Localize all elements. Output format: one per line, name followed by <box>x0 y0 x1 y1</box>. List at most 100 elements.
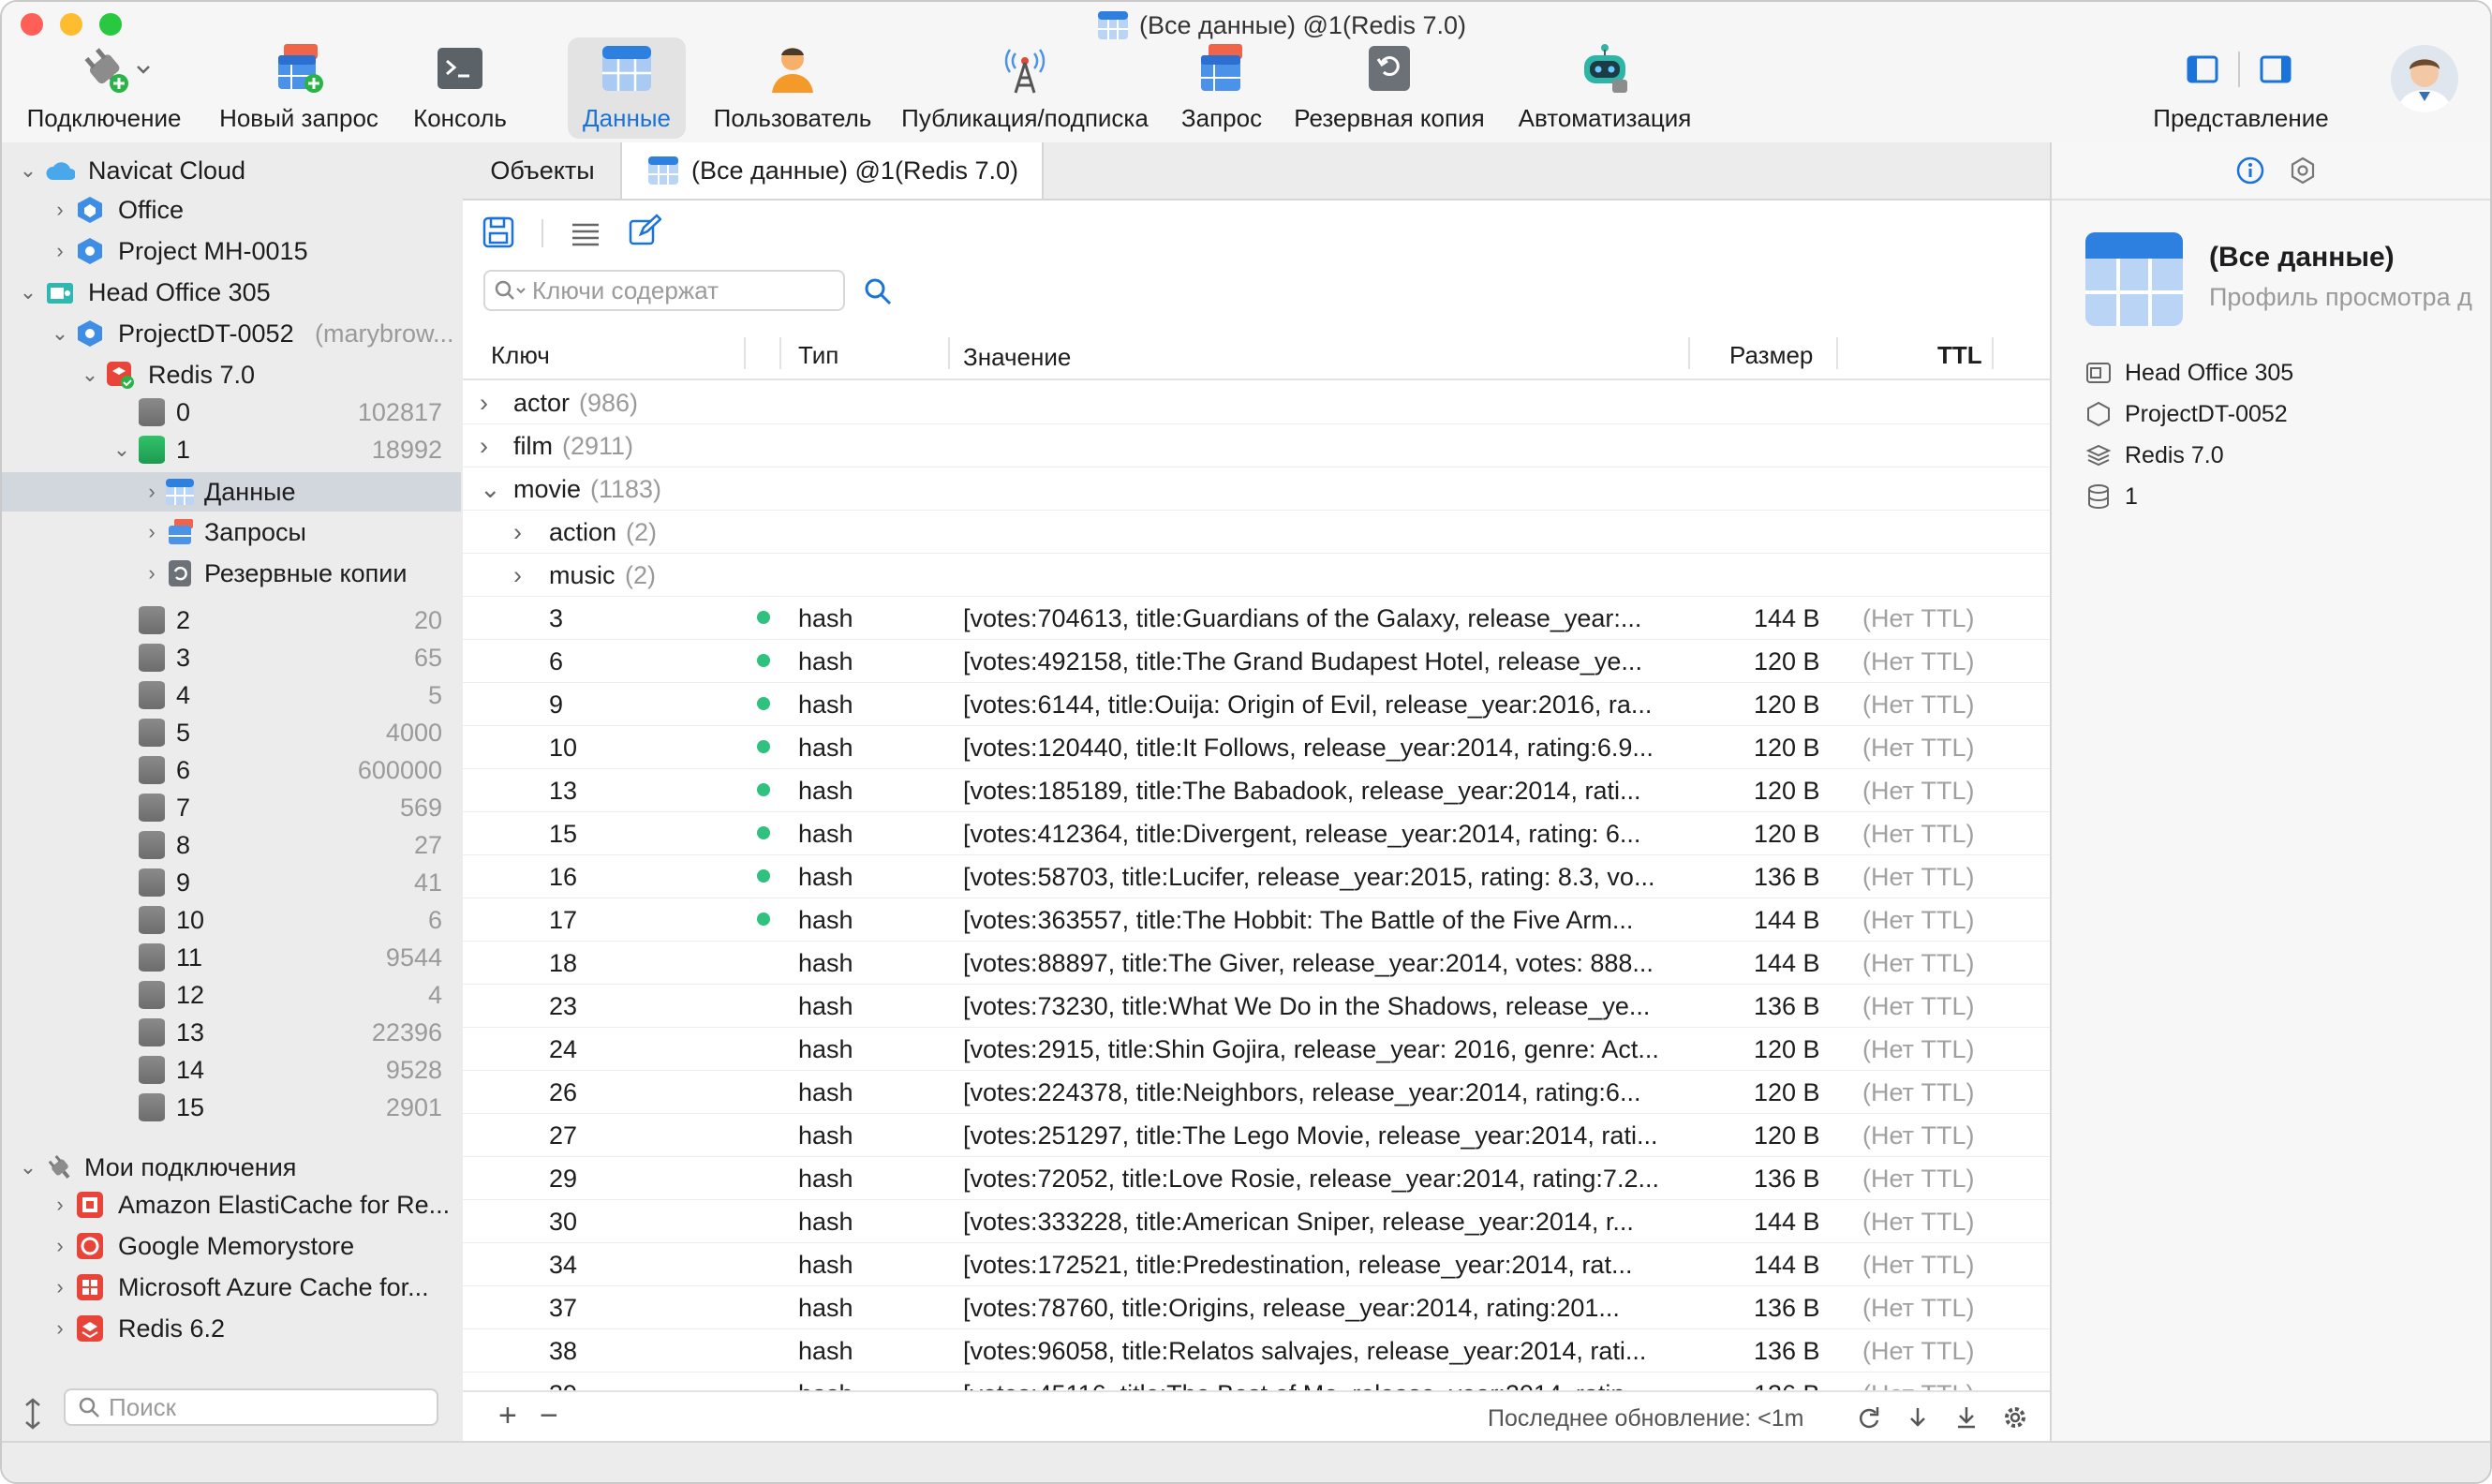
table-row[interactable]: 6 hash [votes:492158, title:The Grand Buda… <box>463 639 2050 683</box>
chevron-right-icon[interactable]: › <box>142 482 161 502</box>
table-row[interactable]: 37 hash [votes:78760, title:Origins, relea… <box>463 1285 2050 1329</box>
refresh-icon[interactable] <box>1857 1405 1881 1430</box>
chevron-right-icon[interactable]: › <box>51 1236 69 1256</box>
tree-db-item[interactable]: 7 569 <box>2 789 461 826</box>
table-row[interactable]: 38 hash [votes:96058, title:Relatos salvaj… <box>463 1328 2050 1373</box>
zoom-window-button[interactable] <box>99 13 122 36</box>
column-divider[interactable] <box>1836 337 1838 369</box>
list-view-icon[interactable] <box>570 217 601 249</box>
tree-db-item[interactable]: 2 20 <box>2 601 461 639</box>
tree-conn-memorystore[interactable]: › Google Memorystore <box>2 1227 461 1265</box>
key-search-input[interactable]: Ключи содержат <box>483 270 845 311</box>
table-row[interactable]: 10 hash [votes:120440, title:It Follows, r… <box>463 725 2050 769</box>
column-header-size[interactable]: Размер <box>1729 341 1813 370</box>
column-divider[interactable] <box>1688 337 1690 369</box>
column-divider[interactable] <box>948 337 950 369</box>
table-row[interactable]: 26 hash [votes:224378, title:Neighbors, re… <box>463 1070 2050 1114</box>
tree-db-1[interactable]: ⌄ 1 18992 <box>2 431 461 468</box>
column-divider[interactable] <box>1992 337 1994 369</box>
tree-db-item[interactable]: 5 4000 <box>2 714 461 751</box>
key-group-row[interactable]: › film (2911) <box>463 423 2050 467</box>
tree-backups[interactable]: › Резервные копии <box>2 555 461 592</box>
table-row[interactable]: 29 hash [votes:72052, title:Love Rosie, re… <box>463 1156 2050 1200</box>
toolbar-user-button[interactable]: Пользователь <box>710 37 875 139</box>
chevron-right-icon[interactable]: › <box>480 432 488 461</box>
tab-all-data[interactable]: (Все данные) @1(Redis 7.0) <box>620 142 1044 199</box>
search-icon[interactable] <box>862 275 894 307</box>
tree-my-connections[interactable]: ⌄ Мои подключения <box>2 1149 461 1186</box>
toolbar-connection-button[interactable]: Подключение <box>15 37 193 139</box>
tree-db-item[interactable]: 8 27 <box>2 826 461 864</box>
tree-db-0[interactable]: 0 102817 <box>2 393 461 431</box>
chevron-right-icon[interactable]: › <box>513 561 522 590</box>
chevron-right-icon[interactable]: › <box>480 389 488 418</box>
toolbar-data-button[interactable]: Данные <box>568 37 686 139</box>
info-icon[interactable] <box>2235 156 2265 186</box>
key-group-row[interactable]: › actor (986) <box>463 380 2050 424</box>
minimize-window-button[interactable] <box>60 13 82 36</box>
user-avatar[interactable] <box>2391 45 2458 112</box>
table-row[interactable]: 9 hash [votes:6144, title:Ouija: Origin of… <box>463 682 2050 726</box>
chevron-down-icon[interactable]: ⌄ <box>19 1157 37 1178</box>
table-row[interactable]: 3 hash [votes:704613, title:Guardians of t… <box>463 596 2050 640</box>
chevron-down-icon[interactable]: ⌄ <box>51 323 69 344</box>
column-divider[interactable] <box>744 337 746 369</box>
toolbar-backup-button[interactable]: Резервная копия <box>1291 37 1488 139</box>
tree-head-office[interactable]: ⌄ Head Office 305 <box>2 274 461 311</box>
edit-icon[interactable] <box>628 214 661 247</box>
toolbar-console-button[interactable]: Консоль <box>399 37 521 139</box>
add-row-button[interactable]: + <box>498 1398 517 1434</box>
tree-redis7[interactable]: ⌄ Redis 7.0 <box>2 356 461 393</box>
table-row[interactable]: 23 hash [votes:73230, title:What We Do in … <box>463 984 2050 1028</box>
tree-db-item[interactable]: 3 65 <box>2 639 461 676</box>
table-row[interactable]: 18 hash [votes:88897, title:The Giver, rel… <box>463 941 2050 985</box>
gear-icon[interactable] <box>2001 1403 2029 1432</box>
tree-project-dt[interactable]: ⌄ ProjectDT-0052 (marybrow... <box>2 315 461 352</box>
tree-db-item[interactable]: 14 9528 <box>2 1051 461 1089</box>
load-all-icon[interactable] <box>1954 1405 1979 1430</box>
table-row[interactable]: 15 hash [votes:412364, title:Divergent, re… <box>463 811 2050 855</box>
tree-db-item[interactable]: 11 9544 <box>2 939 461 976</box>
toolbar-pubsub-button[interactable]: Публикация/подписка <box>897 37 1152 139</box>
table-row[interactable]: 17 hash [votes:363557, title:The Hobbit: T… <box>463 898 2050 942</box>
tree-db-item[interactable]: 13 22396 <box>2 1014 461 1051</box>
chevron-right-icon[interactable]: › <box>51 1195 69 1215</box>
chevron-right-icon[interactable]: › <box>142 522 161 542</box>
tree-conn-elasticache[interactable]: › Amazon ElastiCache for Re... <box>2 1186 461 1224</box>
save-icon[interactable] <box>482 215 515 249</box>
search-options-icon[interactable] <box>493 278 528 303</box>
table-row[interactable]: 27 hash [votes:251297, title:The Lego Movi… <box>463 1113 2050 1157</box>
column-header-key[interactable]: Ключ <box>491 341 550 370</box>
filter-sort-icon[interactable] <box>22 1398 43 1430</box>
tree-queries[interactable]: › Запросы <box>2 513 461 551</box>
tree-db-item[interactable]: 9 41 <box>2 864 461 901</box>
column-header-type[interactable]: Тип <box>798 341 838 370</box>
tree-project-mh[interactable]: › Project MH-0015 <box>2 232 461 270</box>
table-row[interactable]: 16 hash [votes:58703, title:Lucifer, relea… <box>463 854 2050 898</box>
table-row[interactable]: 24 hash [votes:2915, title:Shin Gojira, re… <box>463 1027 2050 1071</box>
key-subgroup-row[interactable]: › action (2) <box>463 510 2050 554</box>
tree-db-item[interactable]: 15 2901 <box>2 1089 461 1126</box>
remove-row-button[interactable]: − <box>540 1398 558 1434</box>
properties-icon[interactable] <box>2288 156 2318 186</box>
tree-data-selected[interactable]: › Данные <box>2 472 461 512</box>
sidebar-search-input[interactable]: Поиск <box>64 1388 438 1426</box>
tree-conn-redis62[interactable]: › Redis 6.2 <box>2 1310 461 1347</box>
chevron-right-icon[interactable]: › <box>513 518 522 547</box>
chevron-down-icon[interactable]: ⌄ <box>81 364 99 385</box>
toolbar-view-button[interactable]: Представление <box>2149 37 2333 139</box>
table-row[interactable]: 34 hash [votes:172521, title:Predestinatio… <box>463 1242 2050 1286</box>
chevron-down-icon[interactable]: ⌄ <box>19 160 37 181</box>
chevron-down-icon[interactable]: ⌄ <box>480 475 501 504</box>
table-row[interactable]: 13 hash [votes:185189, title:The Babadook,… <box>463 768 2050 812</box>
tree-db-item[interactable]: 6 600000 <box>2 751 461 789</box>
tree-office[interactable]: › Office <box>2 191 461 229</box>
tree-db-item[interactable]: 10 6 <box>2 901 461 939</box>
toolbar-new-query-button[interactable]: Новый запрос <box>212 37 386 139</box>
chevron-right-icon[interactable]: › <box>142 563 161 584</box>
tree-db-item[interactable]: 12 4 <box>2 976 461 1014</box>
chevron-down-icon[interactable]: ⌄ <box>112 439 131 460</box>
tree-conn-azure[interactable]: › Microsoft Azure Cache for... <box>2 1269 461 1306</box>
load-more-icon[interactable] <box>1906 1405 1930 1430</box>
toolbar-automation-button[interactable]: Автоматизация <box>1510 37 1699 139</box>
